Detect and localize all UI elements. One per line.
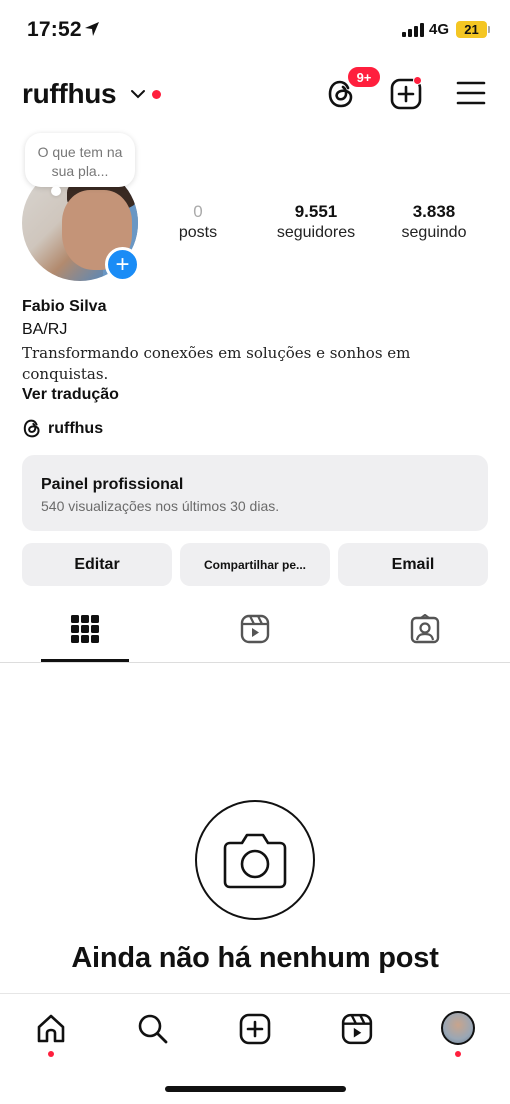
- grid-icon[interactable]: [70, 614, 100, 644]
- professional-dashboard[interactable]: Painel profissional 540 visualizações no…: [22, 455, 488, 531]
- status-bar: 17:52 4G 21: [0, 0, 510, 62]
- reels-icon[interactable]: [240, 614, 270, 644]
- profile-bio: Transformando conexões em soluções e son…: [22, 344, 411, 383]
- profile-location: BA/RJ: [22, 321, 68, 338]
- camera-empty-icon: [195, 800, 315, 920]
- reels-nav-icon[interactable]: [341, 1013, 373, 1045]
- edit-profile-button[interactable]: Editar: [22, 543, 172, 586]
- menu-icon[interactable]: [456, 80, 486, 106]
- posts-count[interactable]: 0 posts: [172, 202, 224, 244]
- threads-icon: [23, 419, 40, 438]
- account-notification-dot: [152, 90, 161, 99]
- network-type: 4G: [429, 21, 450, 38]
- following-count[interactable]: 3.838 seguindo: [396, 202, 472, 244]
- threads-profile-link[interactable]: ruffhus: [22, 418, 103, 439]
- notification-badge: 9+: [346, 65, 382, 89]
- profile-name: Fabio Silva: [22, 298, 107, 315]
- home-indicator: [165, 1086, 346, 1092]
- note-bubble[interactable]: O que tem na sua pla...: [25, 133, 135, 196]
- followers-count[interactable]: 9.551 seguidores: [270, 202, 362, 244]
- dashboard-title: Painel profissional: [41, 476, 184, 493]
- add-story-button[interactable]: +: [105, 247, 140, 282]
- avatar: [441, 1011, 475, 1045]
- camera-icon: [223, 833, 287, 889]
- email-button[interactable]: Email: [338, 543, 488, 586]
- status-time: 17:52: [27, 18, 82, 41]
- profile-username[interactable]: ruffhus: [22, 78, 117, 110]
- create-icon[interactable]: [239, 1013, 271, 1045]
- empty-state-title: Ainda não há nenhum post: [71, 942, 439, 974]
- tagged-icon[interactable]: [410, 614, 440, 644]
- home-notification-dot: [48, 1051, 54, 1057]
- profile-notification-dot: [455, 1051, 461, 1057]
- battery-icon: 21: [456, 21, 487, 38]
- cellular-signal-icon: [402, 23, 424, 37]
- create-notification-dot: [413, 76, 422, 85]
- share-profile-button[interactable]: Compartilhar pe...: [180, 543, 330, 586]
- location-arrow-icon: [85, 22, 99, 36]
- profile-tab-avatar[interactable]: [441, 1011, 475, 1045]
- see-translation-link[interactable]: Ver tradução: [22, 386, 119, 404]
- battery-tip: [488, 26, 490, 33]
- chevron-down-icon[interactable]: [130, 88, 146, 100]
- threads-handle: ruffhus: [48, 419, 104, 437]
- tabs-divider: [0, 662, 510, 663]
- search-icon[interactable]: [137, 1013, 169, 1045]
- dashboard-subtitle: 540 visualizações nos últimos 30 dias.: [41, 498, 280, 514]
- home-icon[interactable]: [35, 1013, 67, 1045]
